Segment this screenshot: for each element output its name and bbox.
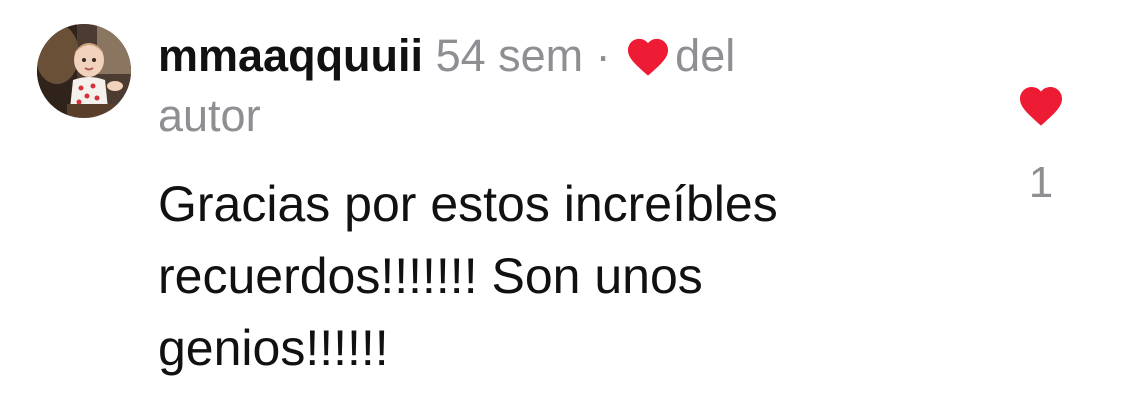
heart-icon — [1020, 87, 1062, 126]
author-like-prefix: del — [675, 30, 736, 81]
separator-dot: · — [595, 30, 611, 81]
avatar[interactable] — [37, 24, 131, 118]
like-count[interactable]: 1 — [1010, 158, 1072, 208]
author-like-suffix: autor — [158, 90, 261, 141]
heart-icon — [628, 38, 669, 76]
like-button[interactable] — [1017, 83, 1065, 127]
username[interactable]: mmaaqquuii — [158, 30, 423, 81]
avatar-photo — [37, 24, 131, 118]
comment-item: mmaaqquuii 54 sem · del autor Gracias po… — [0, 0, 1125, 409]
comment-text: Gracias por estos increíbles recuerdos!!… — [158, 176, 778, 376]
comment-header: mmaaqquuii 54 sem · del autor — [158, 26, 878, 146]
comment-time: 54 sem — [435, 30, 584, 81]
